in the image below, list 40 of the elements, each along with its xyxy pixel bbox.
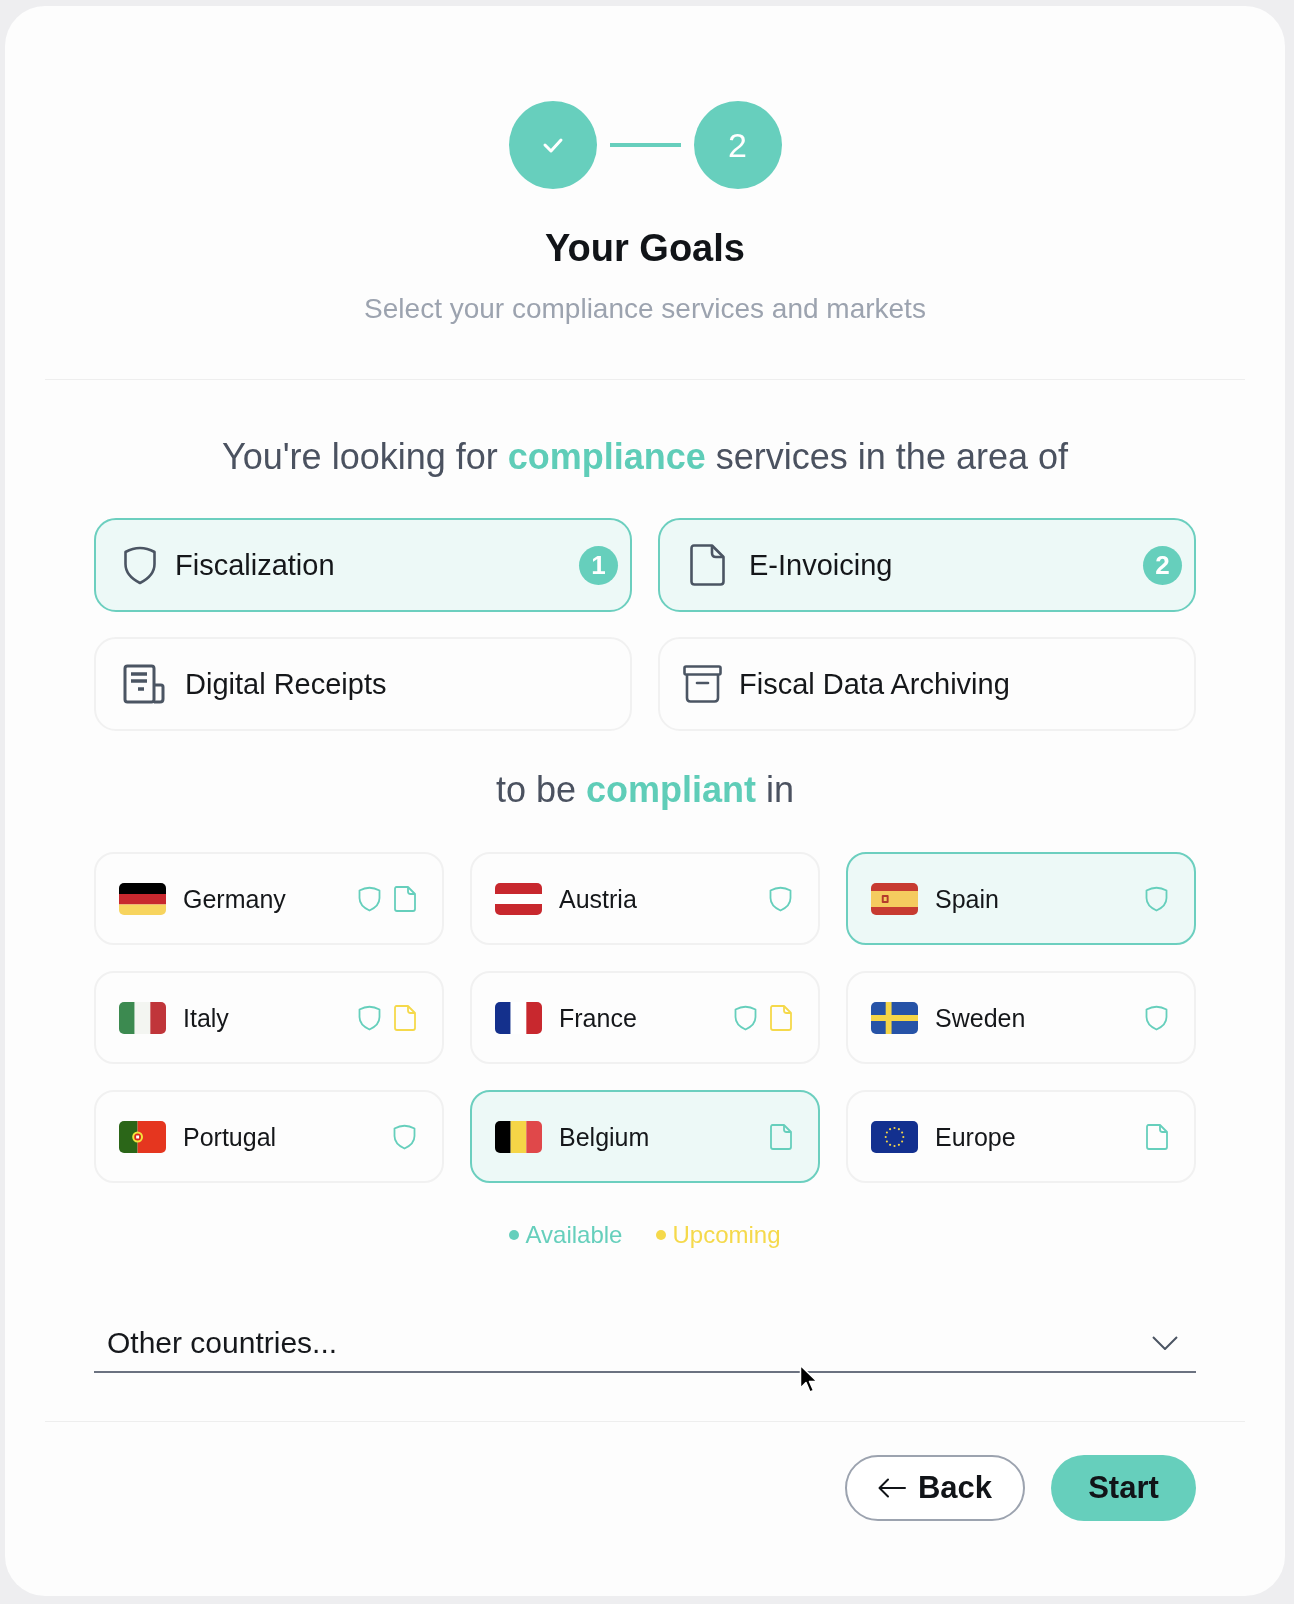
chevron-down-icon	[1152, 1336, 1178, 1350]
service-option[interactable]: Fiscalization 1	[94, 518, 632, 612]
services-heading: You're looking for compliance services in the area of	[222, 435, 1068, 479]
service-option[interactable]: E-Invoicing 2	[658, 518, 1196, 612]
archive-box-icon	[683, 665, 722, 703]
back-button[interactable]: Back	[845, 1455, 1025, 1521]
shield-icon	[123, 545, 157, 585]
country-option[interactable]: Europe	[846, 1090, 1196, 1183]
german-flag-icon	[119, 882, 166, 915]
arrow-left-icon	[877, 1478, 906, 1498]
swedish-flag-icon	[871, 1001, 918, 1034]
service-option[interactable]: Fiscal Data Archiving	[658, 637, 1196, 731]
page-subtitle: Select your compliance services and markets	[364, 293, 926, 325]
page-title: Your Goals	[545, 226, 745, 271]
legend-label: Available	[525, 1220, 623, 1250]
french-flag-icon	[495, 1001, 542, 1034]
step-number-badge: 2	[693, 101, 782, 189]
start-button[interactable]: Start	[1051, 1455, 1196, 1521]
country-option[interactable]: Spain	[846, 852, 1196, 945]
receipt-icon	[123, 664, 165, 704]
country-option[interactable]: Belgium	[470, 1090, 820, 1183]
countries-heading: to be compliant in	[495, 768, 795, 812]
country-option[interactable]: Germany	[94, 852, 444, 945]
country-select[interactable]: Other countries...	[94, 1315, 1196, 1373]
european-union-flag-icon	[871, 1120, 918, 1153]
legend-label: Upcoming	[672, 1220, 781, 1250]
selection-number-badge: 2	[1143, 545, 1182, 585]
belgian-flag-icon	[495, 1120, 542, 1153]
portuguese-flag-icon	[119, 1120, 166, 1153]
italian-flag-icon	[119, 1001, 166, 1034]
service-option[interactable]: Digital Receipts	[94, 637, 632, 731]
country-option[interactable]: Austria	[470, 852, 820, 945]
austrian-flag-icon	[495, 882, 542, 915]
country-option[interactable]: France	[470, 971, 820, 1064]
selection-number-badge: 1	[579, 545, 618, 585]
country-option[interactable]: Sweden	[846, 971, 1196, 1064]
country-option[interactable]: Italy	[94, 971, 444, 1064]
spanish-flag-icon	[871, 882, 918, 915]
document-icon	[690, 544, 725, 586]
country-option[interactable]: Portugal	[94, 1090, 444, 1183]
